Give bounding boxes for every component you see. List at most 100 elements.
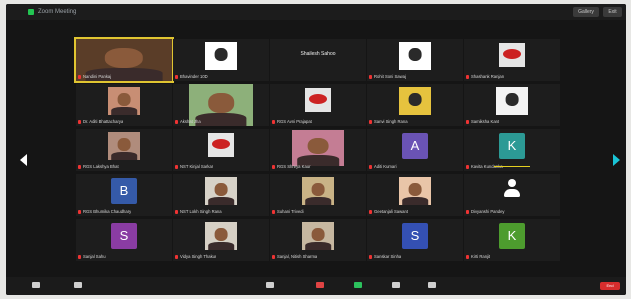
muted-mic-icon (272, 210, 275, 214)
participant-name-text: Dr. Aditi Bhattacharya (83, 119, 124, 124)
participant-tile[interactable]: Geetanjali Sawant (367, 174, 463, 216)
participant-tile[interactable]: RGS Avni Prajapat (270, 84, 366, 126)
participant-name: RGS Shreya Kaur (272, 164, 311, 170)
participant-tile[interactable]: Samiksha Kant (464, 84, 560, 126)
participant-tile[interactable]: A Aditi Kumari (367, 129, 463, 171)
participant-video (399, 177, 431, 205)
muted-mic-icon (175, 210, 178, 214)
participant-tile[interactable]: NST Lokh Singh Rana (173, 174, 269, 216)
participant-name: Divyanshi Pandey (466, 209, 505, 215)
participant-name: Nandini Pankaj (78, 74, 111, 80)
participant-tile[interactable]: Suhani Trivedi (270, 174, 366, 216)
participant-face (408, 183, 422, 197)
participant-tile[interactable]: K Kirti Ranjit (464, 219, 560, 261)
exit-fullscreen-button[interactable]: Exit (603, 7, 622, 17)
participant-tile[interactable]: RGS Lakshya Bhat (76, 129, 172, 171)
participant-tile[interactable]: S Sanskar Sinha (367, 219, 463, 261)
muted-mic-icon (369, 210, 372, 214)
video-camera-icon (74, 282, 82, 288)
participant-tile[interactable]: Divyanshi Pandey (464, 174, 560, 216)
initial-avatar: S (111, 223, 137, 249)
participant-tile[interactable]: Akshat Jha (173, 84, 269, 126)
mute-button[interactable]: Mute (22, 280, 50, 291)
muted-mic-icon (175, 120, 178, 124)
previous-page-arrow-icon[interactable] (20, 154, 27, 166)
school-logo-image (499, 43, 525, 67)
muted-mic-icon (78, 210, 81, 214)
participant-name: Sanjal, Nitish Sharma (272, 254, 317, 260)
participant-face (117, 93, 131, 107)
muted-mic-icon (175, 165, 178, 169)
participant-tile[interactable]: NST Kinjal Sarkar (173, 129, 269, 171)
participants-button[interactable]: Participants (256, 280, 284, 291)
participant-name-text: Geetanjali Sawant (374, 209, 408, 214)
participant-body (305, 196, 331, 205)
muted-mic-icon (369, 255, 372, 259)
participant-name-text: Vidya Singh Thakur (180, 254, 217, 259)
participant-name-text: Sanvi Singh Rana (374, 119, 408, 124)
participant-name: Sanvi Singh Rana (369, 119, 408, 125)
profile-figure (505, 93, 519, 107)
participant-tile[interactable]: Shailesh Sahoo (270, 39, 366, 81)
participant-name-text: RGS Lakshya Bhat (83, 164, 119, 169)
participant-tile[interactable]: Bhavinder 10D (173, 39, 269, 81)
muted-mic-icon (272, 165, 275, 169)
initial-avatar: B (111, 178, 137, 204)
muted-mic-icon (369, 75, 372, 79)
muted-mic-icon (175, 75, 178, 79)
participant-name: Rohit Soni Sawaj (369, 74, 406, 80)
participant-name: Dr. Aditi Bhattacharya (78, 119, 123, 125)
participant-name: Sanskar Sinha (369, 254, 401, 260)
chat-button[interactable]: Chat (306, 280, 334, 291)
participant-tile[interactable]: Vidya Singh Thakur (173, 219, 269, 261)
participant-body (208, 241, 234, 250)
participant-video (292, 130, 344, 166)
participant-body (208, 196, 234, 205)
participant-tile[interactable]: Rohit Soni Sawaj (367, 39, 463, 81)
participant-tile[interactable]: Sanvi Singh Rana (367, 84, 463, 126)
participant-face (214, 228, 228, 242)
participant-name: NST Lokh Singh Rana (175, 209, 222, 215)
participant-name: Geetanjali Sawant (369, 209, 408, 215)
participant-name-text: RGS Bhumika Chaudhary (83, 209, 132, 214)
stop-video-button[interactable]: Stop Video (64, 280, 92, 291)
share-screen-button[interactable]: Share Screen (344, 280, 372, 291)
profile-picture (399, 42, 431, 70)
participant-tile[interactable]: Sanjal, Nitish Sharma (270, 219, 366, 261)
participant-tile[interactable]: B RGS Bhumika Chaudhary (76, 174, 172, 216)
record-button[interactable]: Record (382, 280, 410, 291)
participant-name: Sanjal Sahu (78, 254, 106, 260)
security-shield-icon[interactable] (28, 9, 34, 15)
participant-video (302, 177, 334, 205)
end-meeting-button[interactable]: End (600, 282, 620, 290)
participant-tile[interactable]: K Kavita Kundanka (464, 129, 560, 171)
participant-face (214, 183, 228, 197)
chat-bubble-icon (316, 282, 324, 288)
gallery-view-button[interactable]: Gallery (573, 7, 599, 17)
muted-mic-icon (466, 120, 469, 124)
participant-tile[interactable]: S Sanjal Sahu (76, 219, 172, 261)
participant-name-text: Sanskar Sinha (374, 254, 402, 259)
profile-figure (408, 93, 422, 107)
reactions-button[interactable]: Reactions (418, 280, 446, 291)
participant-face (311, 183, 325, 197)
participant-tile[interactable]: Nandini Pankaj (74, 37, 174, 83)
participant-body (111, 106, 137, 115)
participant-name-text: Akshat Jha (180, 119, 201, 124)
participant-tile[interactable]: RGS Shreya Kaur (270, 129, 366, 171)
participant-tile[interactable]: Dr. Aditi Bhattacharya (76, 84, 172, 126)
share-arrow-icon (354, 282, 362, 288)
participant-name: Bhavinder 10D (175, 74, 208, 80)
muted-mic-icon (272, 120, 275, 124)
meeting-title: Zoom Meeting (38, 9, 77, 15)
participant-name-text: Divyanshi Pandey (471, 209, 505, 214)
participant-name: RGS Bhumika Chaudhary (78, 209, 131, 215)
next-page-arrow-icon[interactable] (613, 154, 620, 166)
participant-tile[interactable]: Shashank Ranjan (464, 39, 560, 81)
muted-mic-icon (466, 255, 469, 259)
participant-name: NST Kinjal Sarkar (175, 164, 213, 170)
muted-mic-icon (466, 75, 469, 79)
school-logo-image (208, 133, 234, 157)
participant-name: RGS Avni Prajapat (272, 119, 312, 125)
participant-face (307, 137, 329, 155)
